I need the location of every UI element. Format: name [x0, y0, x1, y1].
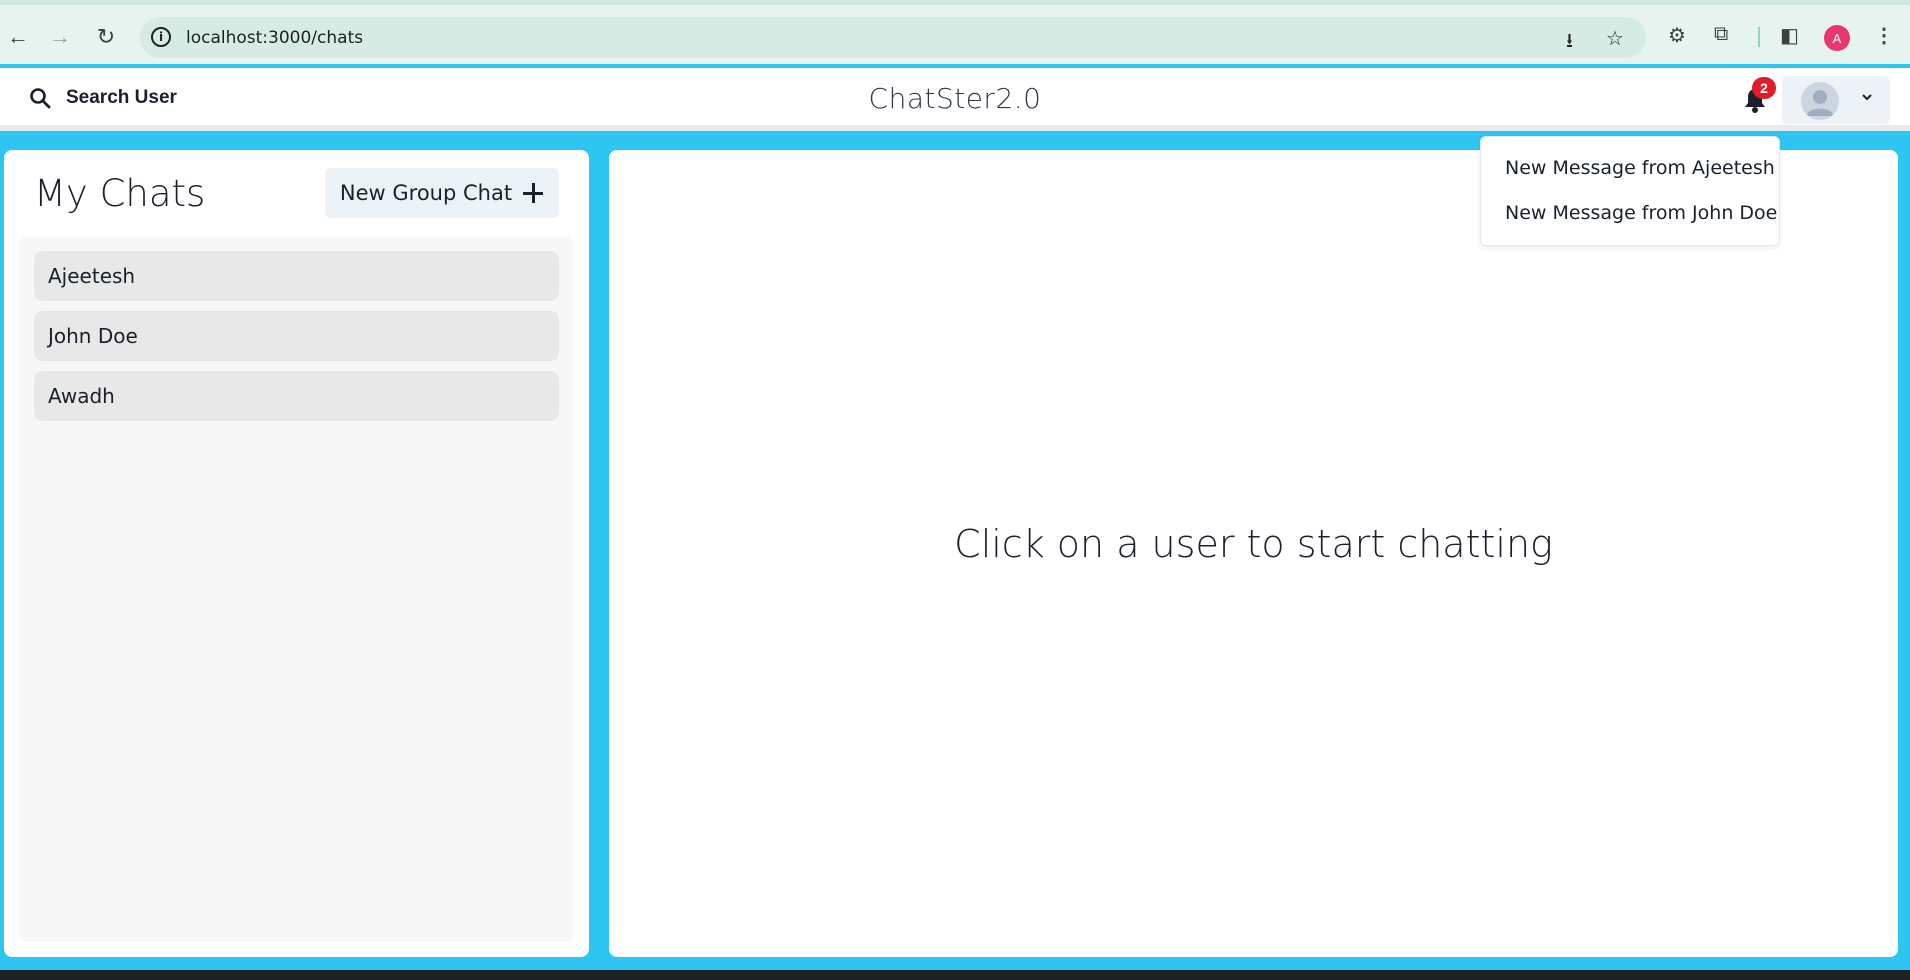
- new-group-chat-button[interactable]: New Group Chat: [325, 168, 559, 218]
- chat-item-awadh[interactable]: Awadh: [34, 371, 559, 421]
- bookmark-star-icon[interactable]: ☆: [1606, 26, 1624, 51]
- plus-icon: [522, 182, 544, 204]
- notifications-dropdown: New Message from Ajeetesh New Message fr…: [1480, 136, 1780, 246]
- notification-item[interactable]: New Message from John Doe: [1505, 202, 1777, 224]
- app-header: Search User ChatSter2.0 2: [0, 68, 1910, 131]
- user-avatar-icon: [1801, 82, 1839, 120]
- new-group-chat-label: New Group Chat: [339, 181, 513, 205]
- toolbar-divider: [1758, 27, 1760, 47]
- address-bar-url[interactable]: localhost:3000/chats: [186, 28, 363, 48]
- bug-extension-icon[interactable]: ⚙: [1668, 23, 1686, 48]
- install-app-icon[interactable]: ⭳: [1566, 26, 1573, 60]
- reload-icon[interactable]: ↻: [90, 21, 122, 53]
- side-panel-icon[interactable]: ◧: [1780, 23, 1799, 48]
- empty-chat-message: Click on a user to start chatting: [954, 522, 1553, 566]
- app-title: ChatSter2.0: [868, 82, 1042, 115]
- chat-area: Click on a user to start chatting: [609, 150, 1898, 957]
- browser-profile-avatar[interactable]: A: [1824, 25, 1850, 51]
- my-chats-title: My Chats: [34, 172, 206, 215]
- site-info-icon[interactable]: i: [151, 27, 171, 47]
- taskbar-edge: [0, 970, 1910, 980]
- chat-item-john-doe[interactable]: John Doe: [34, 311, 559, 361]
- extensions-puzzle-icon[interactable]: ⧉: [1714, 23, 1728, 46]
- chevron-down-icon: [1862, 94, 1872, 101]
- notification-item[interactable]: New Message from Ajeetesh: [1505, 157, 1775, 179]
- more-menu-icon[interactable]: ⋮: [1874, 23, 1894, 48]
- notification-count-badge: 2: [1752, 77, 1776, 99]
- browser-toolbar: ← → ↻ i localhost:3000/chats ⭳ ☆ ⚙ ⧉ ◧ A…: [0, 0, 1910, 64]
- chat-list: Ajeetesh John Doe Awadh: [19, 237, 574, 942]
- my-chats-panel: My Chats New Group Chat Ajeetesh John Do…: [4, 150, 589, 957]
- forward-icon[interactable]: →: [44, 21, 76, 53]
- address-bar[interactable]: i localhost:3000/chats ⭳ ☆: [140, 17, 1646, 58]
- chat-item-ajeetesh[interactable]: Ajeetesh: [34, 251, 559, 301]
- profile-menu-button[interactable]: [1782, 76, 1890, 124]
- back-icon[interactable]: ←: [2, 21, 34, 53]
